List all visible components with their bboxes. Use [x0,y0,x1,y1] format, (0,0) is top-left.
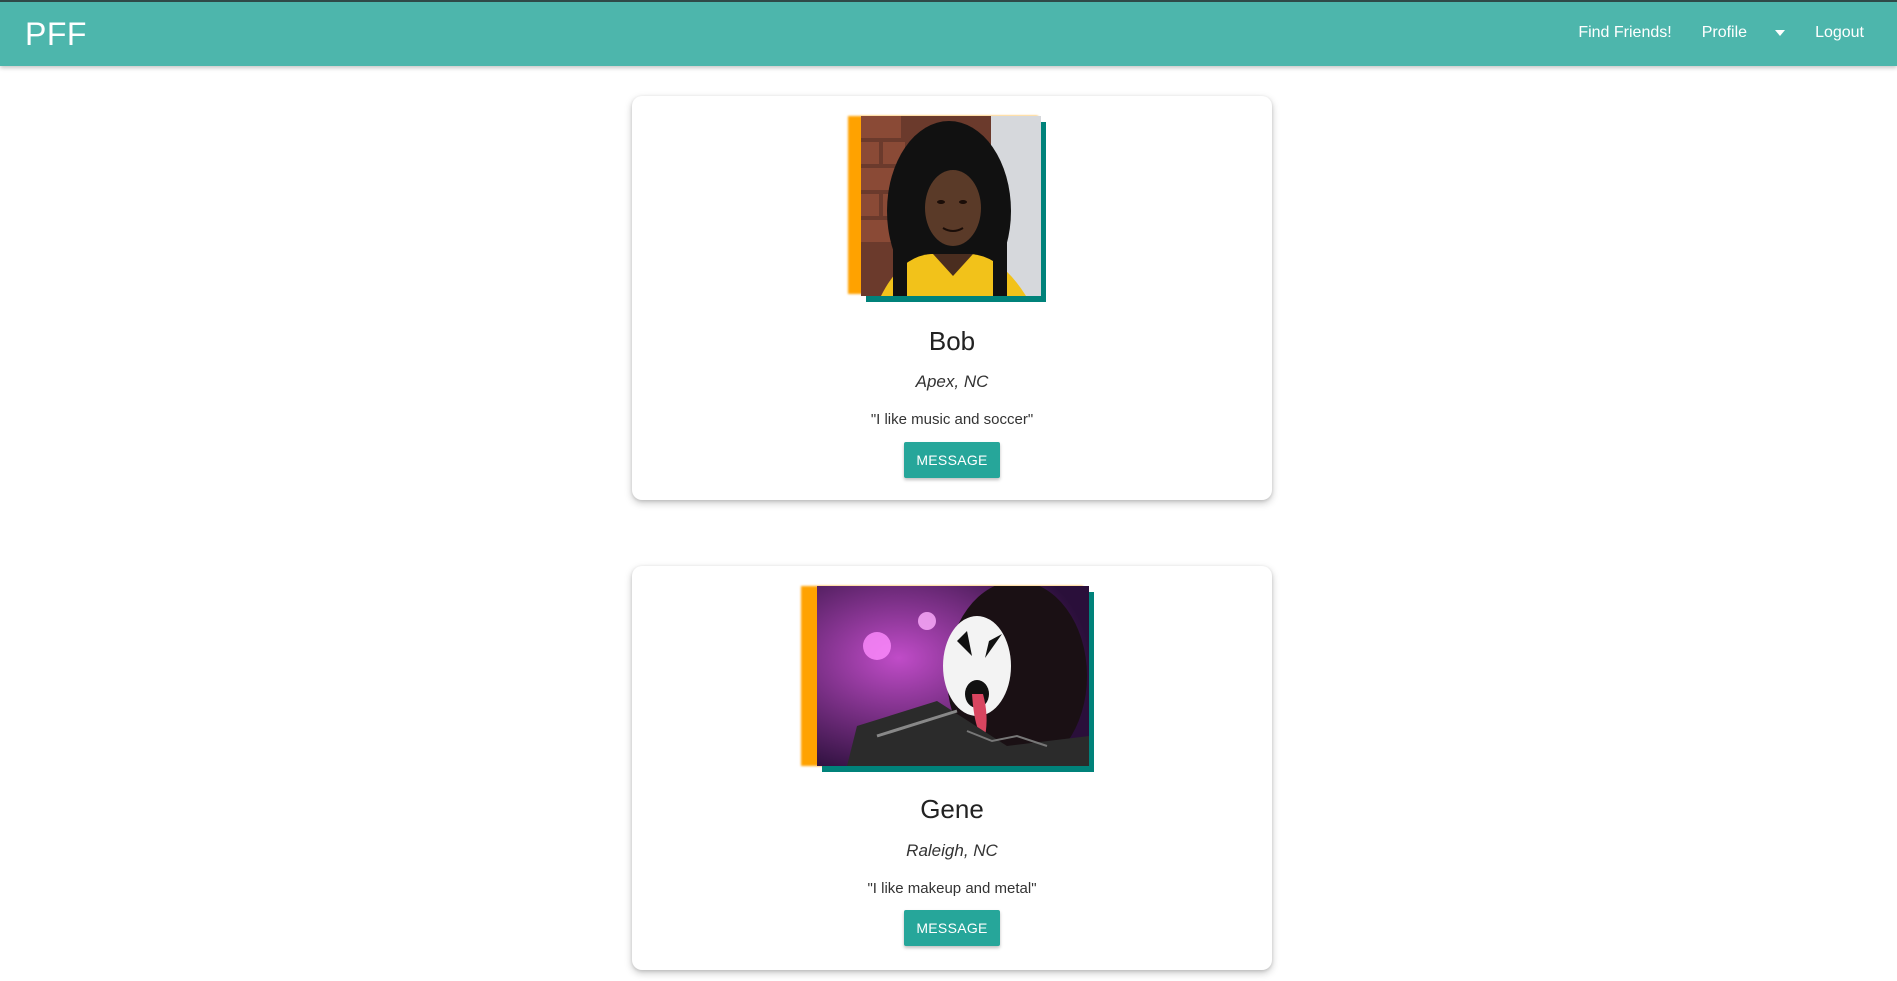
nav-find-friends-link[interactable]: Find Friends! [1563,0,1686,66]
nav-profile-label: Profile [1701,24,1748,41]
nav-profile-dropdown[interactable]: Profile [1687,0,1800,66]
profile-photo [817,586,1089,766]
friend-bio: "I like makeup and metal" [867,880,1037,897]
profile-photo [861,116,1041,296]
message-button[interactable]: MESSAGE [904,910,1000,946]
friend-location: Raleigh, NC [906,841,998,860]
message-button[interactable]: MESSAGE [904,442,1000,478]
top-navbar: PFF Find Friends! Profile Logout [0,0,1897,66]
friend-location: Apex, NC [915,372,989,391]
friend-card: Gene Raleigh, NC "I like makeup and meta… [632,566,1272,970]
friend-name: Bob [928,326,976,356]
brand-logo[interactable]: PFF [25,16,87,52]
caret-down-icon [1775,30,1786,36]
profile-photo-frame [848,116,1046,302]
nav-links: Find Friends! Profile Logout [1563,0,1897,66]
friend-name: Gene [920,794,984,824]
friend-bio: "I like music and soccer" [870,411,1034,428]
friend-card: Bob Apex, NC "I like music and soccer" M… [632,96,1272,500]
nav-logout-link[interactable]: Logout [1800,0,1897,66]
profile-photo-frame [801,586,1094,772]
